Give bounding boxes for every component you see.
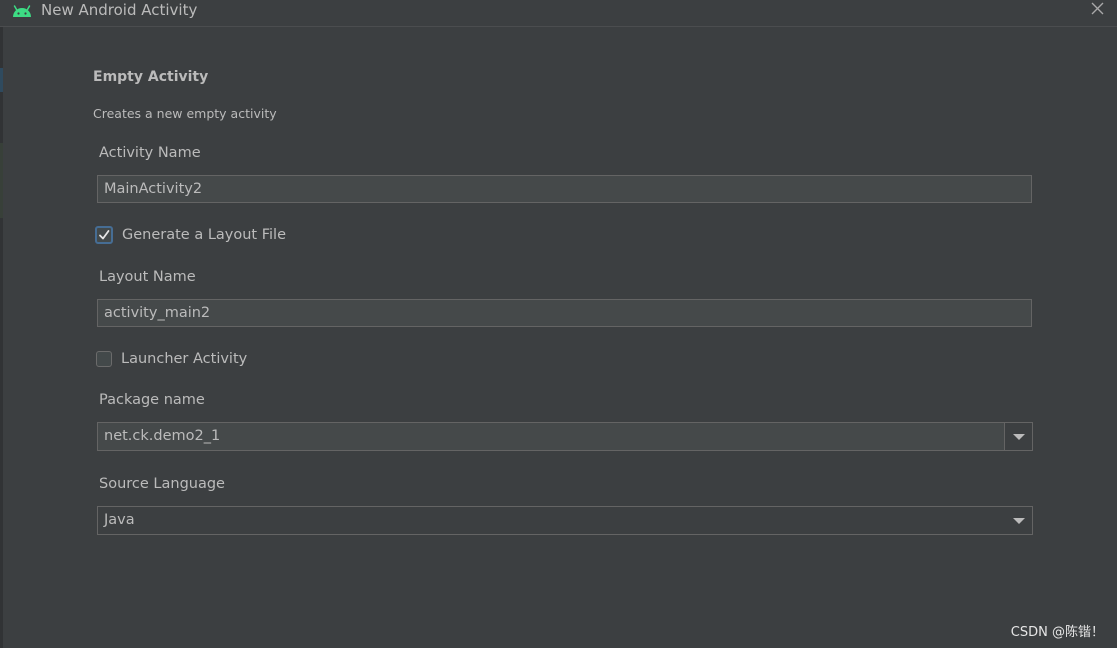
close-icon[interactable] [1089,0,1107,18]
generate-layout-label: Generate a Layout File [122,227,286,243]
chevron-down-icon [1013,434,1025,440]
window-title: New Android Activity [41,1,198,19]
chevron-down-icon [1013,518,1025,524]
activity-name-field[interactable] [97,175,1032,203]
layout-name-label: Layout Name [99,269,196,285]
source-language-dropdown-button[interactable] [1005,507,1032,534]
generate-layout-checkbox-row[interactable]: Generate a Layout File [95,224,286,246]
package-name-value[interactable]: net.ck.demo2_1 [104,423,220,450]
launcher-activity-checkbox[interactable] [96,351,112,367]
layout-name-field[interactable] [97,299,1032,327]
template-description: Creates a new empty activity [93,106,277,121]
template-heading: Empty Activity [93,69,209,85]
launcher-activity-checkbox-row[interactable]: Launcher Activity [96,348,247,370]
package-name-label: Package name [99,392,205,408]
dialog-content: Empty Activity Creates a new empty activ… [0,27,1117,648]
watermark: CSDN @陈锴！ [1010,625,1104,640]
source-language-label: Source Language [99,476,225,492]
new-android-activity-dialog: New Android Activity Empty Activity Crea… [0,0,1117,648]
package-name-dropdown-button[interactable] [1004,423,1032,450]
checkmark-icon [99,230,110,240]
source-language-value: Java [104,512,135,528]
launcher-activity-label: Launcher Activity [121,351,248,367]
title-bar: New Android Activity [0,0,1117,27]
package-name-combo[interactable]: net.ck.demo2_1 [97,422,1033,451]
activity-name-label: Activity Name [99,145,201,161]
generate-layout-checkbox[interactable] [95,226,113,244]
source-language-select[interactable]: Java [97,506,1033,535]
android-icon [12,3,32,17]
